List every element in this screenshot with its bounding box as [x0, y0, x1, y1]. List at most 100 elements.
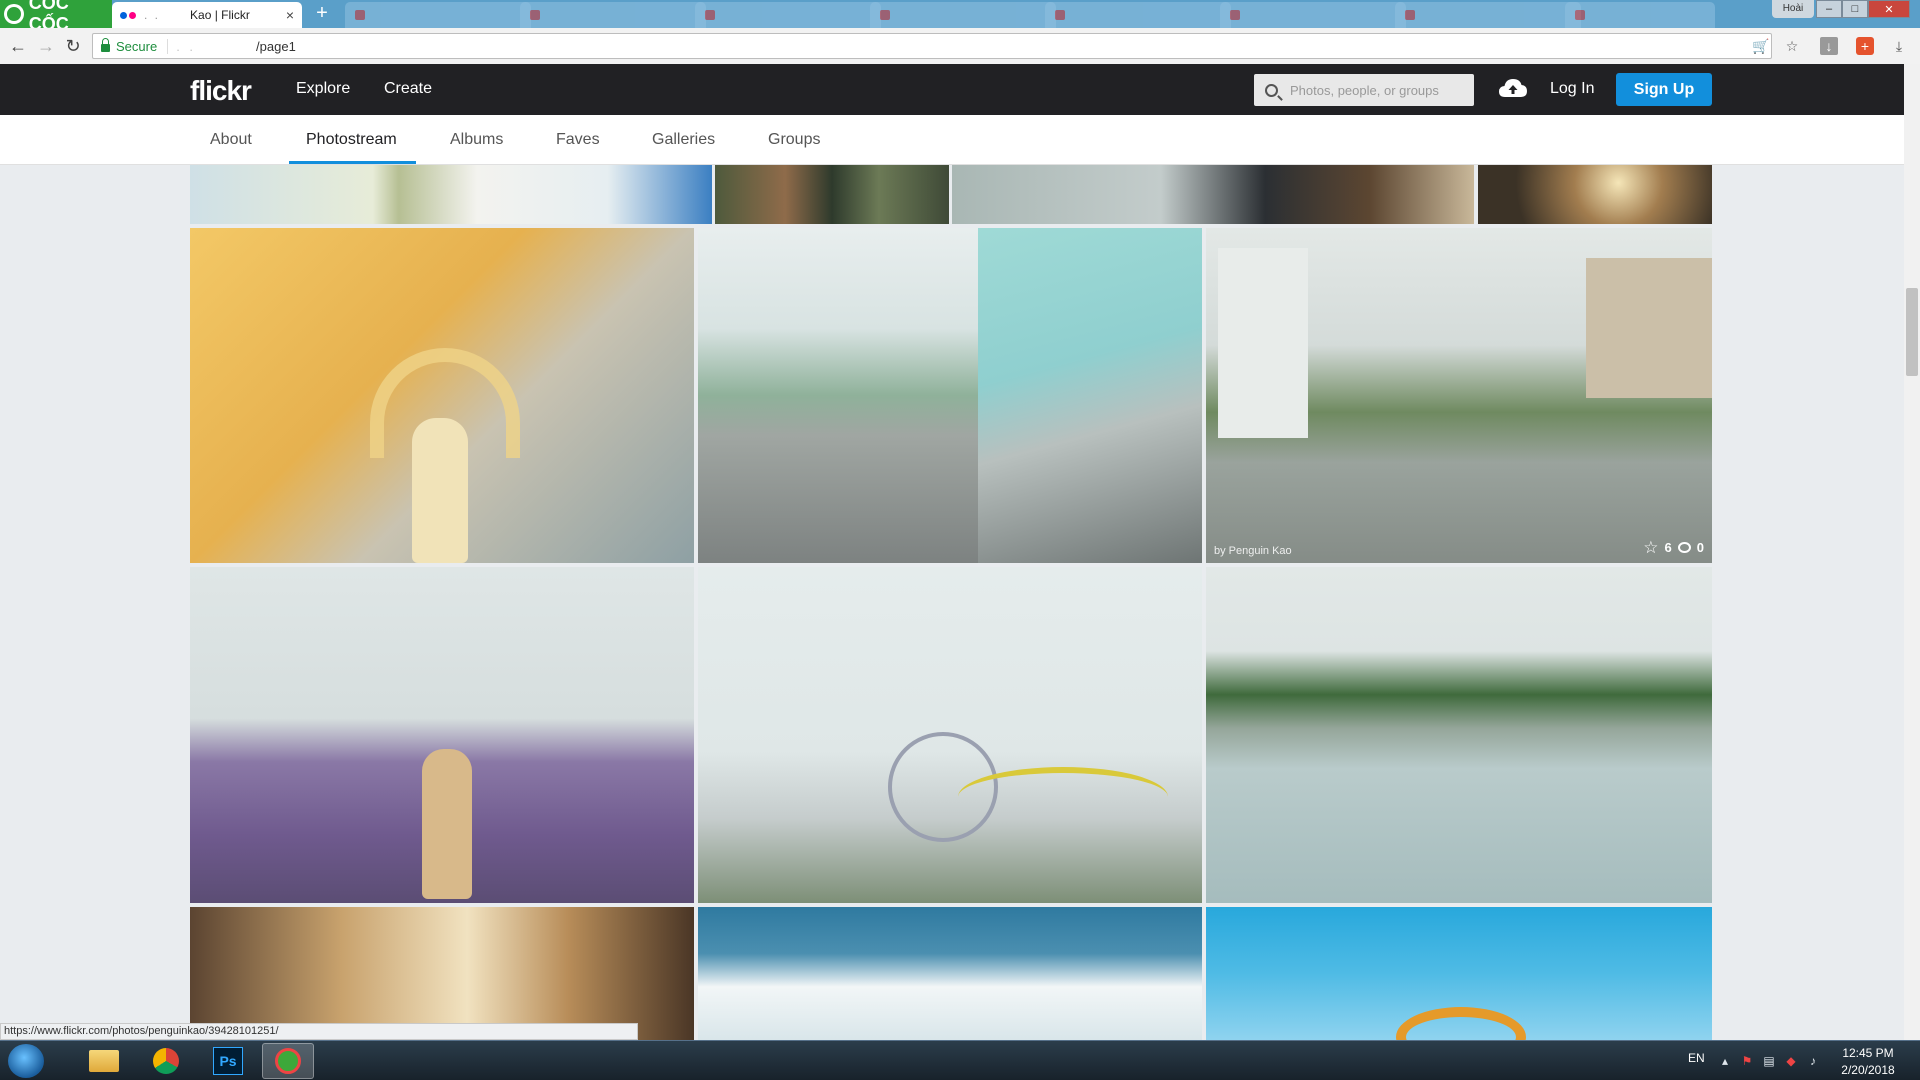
- tab-favicon-icon: [530, 10, 540, 20]
- nav-create[interactable]: Create: [384, 80, 432, 98]
- photo-thumbnail[interactable]: [698, 228, 1202, 563]
- login-link[interactable]: Log In: [1550, 80, 1594, 98]
- tab-background[interactable]: [1220, 2, 1406, 28]
- address-bar[interactable]: Secure . . /page1: [92, 33, 1772, 59]
- tab-photostream[interactable]: Photostream: [306, 131, 397, 149]
- search-icon: [1265, 83, 1278, 97]
- tab-faves[interactable]: Faves: [556, 131, 600, 149]
- profile-button[interactable]: Hoài: [1772, 0, 1814, 18]
- photo-detail: [1586, 258, 1712, 398]
- coccoc-menu-button[interactable]: CỐC CỐC: [0, 0, 112, 28]
- tab-favicon-icon: [1575, 10, 1585, 20]
- tab-favicon-icon: [1230, 10, 1240, 20]
- network-icon[interactable]: ▤: [1762, 1054, 1776, 1068]
- maximize-icon: □: [1851, 3, 1859, 15]
- page-scrollbar[interactable]: [1904, 64, 1920, 1040]
- comment-count: 0: [1696, 540, 1704, 555]
- tab-favicon-icon: [355, 10, 365, 20]
- minimize-icon: –: [1825, 3, 1833, 15]
- tab-favicon-icon: [705, 10, 715, 20]
- photo-figure: [412, 418, 468, 563]
- flickr-logo[interactable]: flickr: [190, 75, 252, 107]
- photo-detail: [1218, 248, 1308, 438]
- download-manager-icon[interactable]: ↓: [1820, 37, 1838, 55]
- photo-thumbnail[interactable]: [1206, 907, 1712, 1040]
- coccoc-icon: [275, 1048, 301, 1074]
- nav-explore[interactable]: Explore: [296, 80, 350, 98]
- fave-count: 6: [1664, 540, 1672, 555]
- browser-status-bar: https://www.flickr.com/photos/penguinkao…: [0, 1023, 638, 1040]
- photo-thumbnail[interactable]: [190, 228, 694, 563]
- extension-icon[interactable]: +: [1856, 37, 1874, 55]
- photo-thumbnail-hovered[interactable]: by Penguin Kao ☆ 6 0: [1206, 228, 1712, 563]
- shield-icon[interactable]: ◆: [1784, 1054, 1798, 1068]
- clock-date[interactable]: 2/20/2018: [1830, 1063, 1906, 1077]
- tab-background[interactable]: [1395, 2, 1581, 28]
- photo-thumbnail[interactable]: [190, 567, 694, 903]
- maximize-window-button[interactable]: □: [1842, 0, 1868, 18]
- flag-icon[interactable]: ⚑: [1740, 1054, 1754, 1068]
- taskbar-photoshop[interactable]: Ps: [202, 1043, 254, 1079]
- photo-thumbnail[interactable]: [715, 165, 949, 224]
- close-window-button[interactable]: ✕: [1868, 0, 1910, 18]
- photo-thumbnail[interactable]: [190, 165, 712, 224]
- photo-thumbnail[interactable]: [952, 165, 1474, 224]
- comment-icon[interactable]: [1677, 542, 1691, 553]
- tab-background[interactable]: [1565, 2, 1715, 28]
- taskbar-file-explorer[interactable]: [78, 1043, 130, 1079]
- tab-galleries[interactable]: Galleries: [652, 131, 715, 149]
- signup-button[interactable]: Sign Up: [1616, 73, 1712, 106]
- tab-about[interactable]: About: [210, 131, 252, 149]
- browser-brand-name: CỐC CỐC: [28, 0, 69, 28]
- flickr-global-header: flickr Explore Create Log In Sign Up: [0, 64, 1904, 115]
- minimize-window-button[interactable]: –: [1816, 0, 1842, 18]
- forward-button[interactable]: →: [36, 36, 56, 56]
- photo-thumbnail[interactable]: [698, 907, 1202, 1040]
- tab-background[interactable]: [870, 2, 1056, 28]
- arrow-left-icon: ←: [9, 36, 27, 56]
- taskbar-coccoc[interactable]: [262, 1043, 314, 1079]
- bookmark-star-icon[interactable]: ☆: [1783, 37, 1801, 55]
- tab-favicon-icon: [880, 10, 890, 20]
- reload-icon: ↻: [65, 36, 81, 56]
- clock-time[interactable]: 12:45 PM: [1830, 1046, 1906, 1060]
- tab-groups[interactable]: Groups: [768, 131, 820, 149]
- secure-label: Secure: [116, 38, 169, 54]
- photo-rollercoaster: [958, 767, 1168, 827]
- language-indicator[interactable]: EN: [1688, 1051, 1705, 1065]
- scrollbar-thumb[interactable]: [1906, 288, 1918, 376]
- tab-background[interactable]: [1045, 2, 1231, 28]
- tab-background[interactable]: [695, 2, 881, 28]
- search-box[interactable]: [1254, 74, 1474, 106]
- new-tab-button[interactable]: +: [310, 3, 334, 25]
- tab-background[interactable]: [345, 2, 531, 28]
- photo-thumbnail[interactable]: [1478, 165, 1712, 224]
- photo-thumbnail[interactable]: [698, 567, 1202, 903]
- tab-flickr-active[interactable]: . . Kao | Flickr ×: [112, 2, 302, 28]
- photoshop-icon: Ps: [213, 1047, 243, 1075]
- tab-albums[interactable]: Albums: [450, 131, 503, 149]
- photo-detail: [1396, 1007, 1526, 1040]
- tab-favicon-icon: [1055, 10, 1065, 20]
- start-button[interactable]: [8, 1044, 44, 1078]
- profile-subnav: About Photostream Albums Faves Galleries…: [0, 115, 1904, 165]
- url-text: /page1: [256, 38, 296, 54]
- tab-favicon-icon: [1405, 10, 1415, 20]
- close-tab-icon[interactable]: ×: [286, 7, 294, 23]
- show-hidden-icons-icon[interactable]: ▴: [1718, 1054, 1732, 1068]
- fave-star-icon[interactable]: ☆: [1643, 539, 1658, 556]
- download-icon[interactable]: ⤓: [1890, 37, 1908, 55]
- photo-figure: [422, 749, 472, 899]
- search-input[interactable]: [1288, 81, 1472, 99]
- taskbar-chrome[interactable]: [140, 1043, 192, 1079]
- photo-author[interactable]: by Penguin Kao: [1214, 545, 1292, 557]
- photo-thumbnail[interactable]: [1206, 567, 1712, 903]
- volume-icon[interactable]: ♪: [1806, 1054, 1820, 1068]
- upload-cloud-icon[interactable]: [1498, 77, 1528, 99]
- active-tab-indicator: [289, 161, 416, 164]
- cart-icon[interactable]: 🛒: [1752, 37, 1770, 55]
- tab-background[interactable]: [520, 2, 706, 28]
- back-button[interactable]: ←: [8, 36, 28, 56]
- photo-thumbnail[interactable]: [190, 907, 694, 1040]
- reload-button[interactable]: ↻: [63, 36, 83, 56]
